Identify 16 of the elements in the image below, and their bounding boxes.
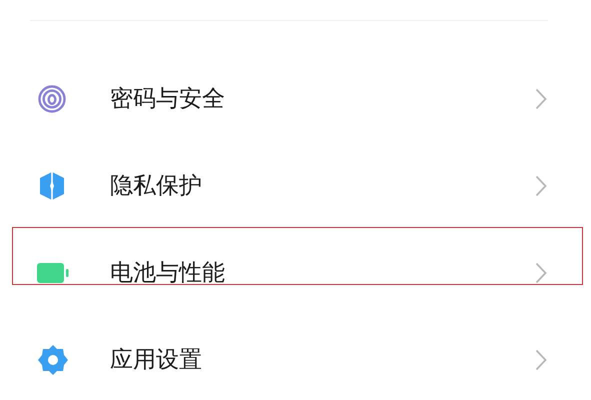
settings-item[interactable]: 电池与性能 bbox=[0, 229, 591, 316]
settings-label: 隐私保护 bbox=[110, 172, 203, 201]
battery-icon bbox=[37, 262, 69, 282]
fingerprint-icon bbox=[37, 84, 67, 114]
settings-item[interactable]: 应用设置 bbox=[0, 316, 591, 400]
settings-label: 电池与性能 bbox=[110, 259, 226, 288]
shield-icon bbox=[37, 170, 67, 200]
chevron-right-icon bbox=[535, 88, 547, 110]
gear-icon bbox=[37, 344, 69, 376]
chevron-right-icon bbox=[535, 262, 547, 284]
settings-item[interactable]: 隐私保护 bbox=[0, 142, 591, 229]
settings-label: 密码与安全 bbox=[110, 85, 226, 114]
settings-item[interactable]: 密码与安全 bbox=[0, 55, 591, 142]
settings-label: 应用设置 bbox=[110, 346, 203, 375]
chevron-right-icon bbox=[535, 348, 547, 370]
chevron-right-icon bbox=[535, 174, 547, 196]
